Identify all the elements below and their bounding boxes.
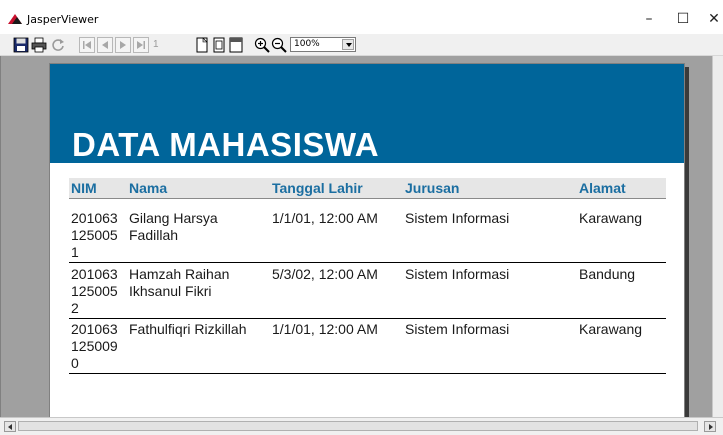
column-header-nim: NIM [71,180,97,196]
alamat-cell: Karawang [579,210,643,226]
nim-line: 1 [71,244,79,260]
tanggal-lahir-cell: 1/1/01, 12:00 AM [272,210,378,226]
nama-line: Fathulfiqri Rizkillah [129,321,247,337]
nim-line: 125009 [71,338,118,354]
nama-line: Ikhsanul Fikri [129,283,212,299]
reload-icon[interactable] [50,37,66,53]
jasper-viewer-window: JasperViewer – ☐ ✕ 1 100% DATA MAHASISWA… [0,0,723,435]
toolbar: 1 100% [0,34,723,56]
report-banner: DATA MAHASISWA [50,64,684,163]
zoom-value: 100% [294,39,320,49]
table-row: 201063 125005 2 Hamzah Raihan Ikhsanul F… [69,264,666,319]
last-page-icon[interactable] [133,37,149,53]
horizontal-scrollbar[interactable] [0,417,723,435]
report-viewport[interactable]: DATA MAHASISWA NIM Nama Tanggal Lahir Ju… [0,56,723,423]
nim-line: 201063 [71,210,118,226]
nim-line: 201063 [71,266,118,282]
alamat-cell: Karawang [579,321,643,337]
maximize-button[interactable]: ☐ [668,8,698,30]
column-header-tanggal-lahir: Tanggal Lahir [272,180,363,196]
scrollbar-track[interactable] [18,421,698,431]
report-page: DATA MAHASISWA NIM Nama Tanggal Lahir Ju… [49,63,685,419]
actual-size-icon[interactable] [194,37,210,53]
print-icon[interactable] [31,37,47,53]
column-header-nama: Nama [129,180,168,196]
column-header: NIM Nama Tanggal Lahir Jurusan Alamat [69,178,666,199]
nim-line: 0 [71,355,79,371]
column-header-jurusan: Jurusan [405,180,460,196]
next-page-icon[interactable] [115,37,131,53]
nim-cell: 201063 125005 2 [71,266,126,317]
save-icon[interactable] [13,37,29,53]
report-title: DATA MAHASISWA [72,126,380,163]
nama-line: Fadillah [129,227,179,243]
table-row: 201063 125009 0 Fathulfiqri Rizkillah 1/… [69,320,666,374]
nim-cell: 201063 125009 0 [71,321,126,372]
nama-cell: Hamzah Raihan Ikhsanul Fikri [129,266,269,300]
tanggal-lahir-cell: 5/3/02, 12:00 AM [272,266,378,282]
page-number-field[interactable]: 1 [153,39,159,50]
scroll-left-icon[interactable] [4,421,16,432]
column-header-alamat: Alamat [579,180,626,196]
zoom-in-icon[interactable] [254,37,270,53]
jurusan-cell: Sistem Informasi [405,266,510,282]
nim-line: 201063 [71,321,118,337]
fit-width-icon[interactable] [228,37,244,53]
vertical-scrollbar[interactable] [712,56,723,417]
close-button[interactable]: ✕ [699,8,723,30]
first-page-icon[interactable] [79,37,95,53]
zoom-out-icon[interactable] [271,37,287,53]
fit-page-icon[interactable] [211,37,227,53]
previous-page-icon[interactable] [97,37,113,53]
minimize-button[interactable]: – [634,8,664,30]
nim-line: 125005 [71,283,118,299]
nama-line: Gilang Harsya [129,210,218,226]
nim-cell: 201063 125005 1 [71,210,126,261]
jasper-logo-icon [8,14,22,24]
window-title: JasperViewer [27,13,99,26]
zoom-select[interactable]: 100% [290,37,356,52]
chevron-down-icon[interactable] [342,39,354,50]
nama-cell: Gilang Harsya Fadillah [129,210,269,244]
jurusan-cell: Sistem Informasi [405,321,510,337]
nim-line: 2 [71,300,79,316]
nim-line: 125005 [71,227,118,243]
alamat-cell: Bandung [579,266,636,282]
nama-cell: Fathulfiqri Rizkillah [129,321,269,338]
scroll-right-icon[interactable] [704,421,716,432]
tanggal-lahir-cell: 1/1/01, 12:00 AM [272,321,378,337]
table-row: 201063 125005 1 Gilang Harsya Fadillah 1… [69,209,666,263]
nama-line: Hamzah Raihan [129,266,230,282]
jurusan-cell: Sistem Informasi [405,210,510,226]
title-bar: JasperViewer – ☐ ✕ [0,0,723,34]
